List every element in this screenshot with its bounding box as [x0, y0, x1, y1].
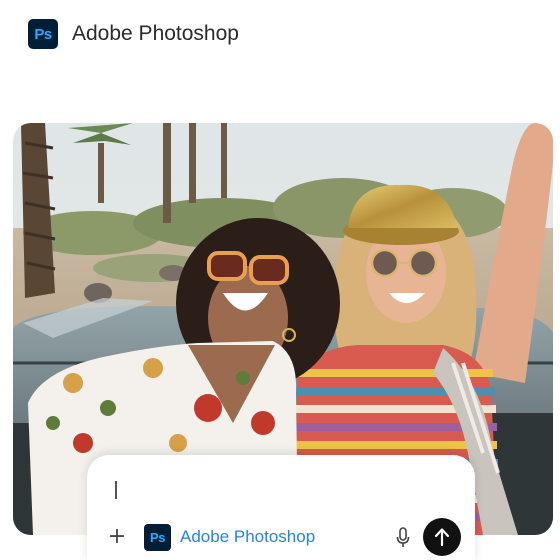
plus-icon[interactable]: +: [107, 526, 127, 548]
app-title: Adobe Photoshop: [72, 22, 239, 45]
app-chip-label: Adobe Photoshop: [180, 527, 316, 546]
app-header: Ps Adobe Photoshop: [28, 18, 239, 50]
prompt-box: + Ps Adobe Photoshop: [87, 455, 475, 560]
arrow-up-icon: [434, 528, 450, 547]
chat-page: Ps Adobe Photoshop + Ps Adobe Photoshop: [0, 0, 560, 560]
chip-logo-text: Ps: [150, 529, 165, 545]
app-chip[interactable]: Ps Adobe Photoshop: [144, 523, 315, 551]
prompt-input[interactable]: [115, 481, 117, 499]
send-button[interactable]: [423, 518, 461, 556]
photoshop-chip-icon: Ps: [144, 523, 171, 551]
photoshop-logo-icon: Ps: [28, 19, 58, 49]
photoshop-logo-text: Ps: [34, 25, 52, 43]
microphone-icon[interactable]: [392, 525, 414, 551]
